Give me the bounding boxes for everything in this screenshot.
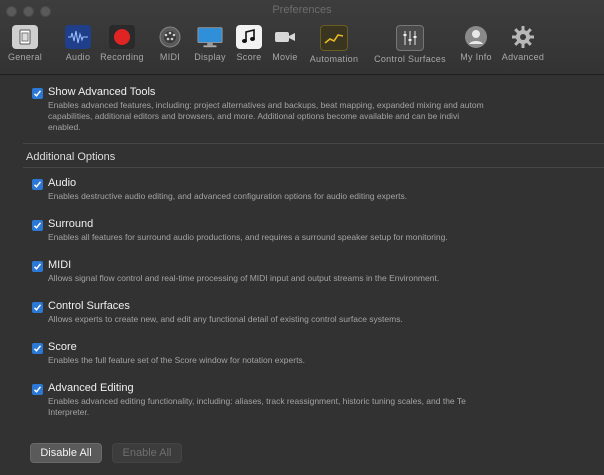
option-description: Enables destructive audio editing, and a…	[48, 191, 408, 201]
additional-options-heading: Additional Options	[26, 151, 116, 163]
option-description: Enables advanced editing functionality, …	[48, 396, 466, 417]
title-bar: Preferences General Audio Recording MIDI	[0, 0, 604, 75]
option-title: Surround	[48, 218, 94, 230]
control-surfaces-icon	[396, 25, 424, 51]
audio-checkbox[interactable]	[32, 179, 43, 190]
score-icon	[236, 25, 262, 49]
option-description: Allows signal flow control and real-time…	[48, 273, 440, 283]
movie-camera-icon	[272, 25, 298, 49]
advanced-pane: Show Advanced Tools Enables advanced fea…	[0, 75, 604, 475]
advanced-editing-checkbox[interactable]	[32, 384, 43, 395]
option-title: Advanced Editing	[48, 382, 134, 394]
option-title: Show Advanced Tools	[48, 86, 156, 98]
option-description: Enables advanced features, including: pr…	[48, 100, 484, 132]
option-description: Enables all features for surround audio …	[48, 232, 448, 242]
enable-all-button[interactable]: Enable All	[112, 443, 182, 463]
option-description: Allows experts to create new, and edit a…	[48, 314, 403, 324]
user-icon	[463, 25, 489, 49]
record-icon	[109, 25, 135, 49]
audio-waveform-icon	[65, 25, 91, 49]
tab-midi[interactable]: MIDI	[154, 24, 186, 70]
option-title: Score	[48, 341, 77, 353]
tab-display[interactable]: Display	[190, 24, 230, 70]
surround-checkbox[interactable]	[32, 220, 43, 231]
option-title: Audio	[48, 177, 77, 189]
option-description: Enables the full feature set of the Scor…	[48, 355, 306, 365]
tab-advanced[interactable]: Advanced	[500, 24, 546, 70]
section-divider	[23, 167, 604, 168]
tab-automation[interactable]: Automation	[306, 24, 362, 70]
disable-all-button[interactable]: Disable All	[30, 443, 102, 463]
score-checkbox[interactable]	[32, 343, 43, 354]
gear-icon	[510, 25, 536, 49]
show-advanced-tools-checkbox[interactable]	[32, 88, 43, 99]
midi-icon	[157, 25, 183, 49]
option-title: MIDI	[48, 259, 72, 271]
control-surfaces-checkbox[interactable]	[32, 302, 43, 313]
section-divider	[23, 143, 604, 144]
general-icon	[12, 25, 38, 49]
tab-my-info[interactable]: My Info	[455, 24, 497, 70]
option-title: Control Surfaces	[48, 300, 130, 312]
display-icon	[197, 25, 223, 49]
window-title: Preferences	[272, 4, 332, 16]
tab-score[interactable]: Score	[233, 24, 265, 70]
preferences-window: Preferences General Audio Recording MIDI	[0, 0, 604, 475]
automation-icon	[320, 25, 348, 51]
midi-checkbox[interactable]	[32, 261, 43, 272]
tab-control-surfaces[interactable]: Control Surfaces	[370, 24, 450, 70]
tab-movie[interactable]: Movie	[269, 24, 301, 70]
tab-recording[interactable]: Recording	[97, 24, 147, 70]
tab-general[interactable]: General	[4, 24, 46, 70]
tab-audio[interactable]: Audio	[58, 24, 98, 70]
